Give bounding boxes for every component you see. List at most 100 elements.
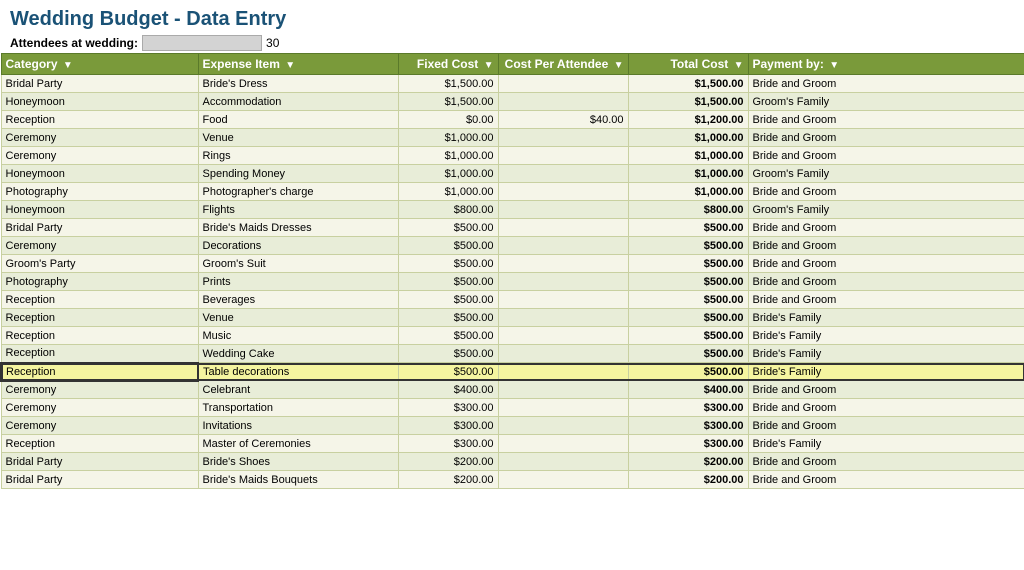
cell-category[interactable]: Reception	[1, 309, 198, 327]
cell-expense[interactable]: Invitations	[198, 417, 398, 435]
cell-expense[interactable]: Venue	[198, 309, 398, 327]
cell-fixed[interactable]: $1,000.00	[398, 129, 498, 147]
cell-expense[interactable]: Photographer's charge	[198, 183, 398, 201]
cell-category[interactable]: Ceremony	[1, 237, 198, 255]
header-fixed[interactable]: Fixed Cost ▼	[398, 54, 498, 75]
cell-payment[interactable]: Bride and Groom	[748, 453, 1024, 471]
attendees-input-cell[interactable]	[142, 35, 262, 51]
cell-payment[interactable]: Bride and Groom	[748, 75, 1024, 93]
cell-total[interactable]: $500.00	[628, 237, 748, 255]
cell-expense[interactable]: Table decorations	[198, 363, 398, 381]
cell-category[interactable]: Reception	[1, 363, 198, 381]
cell-category[interactable]: Honeymoon	[1, 93, 198, 111]
table-row[interactable]: ReceptionFood$0.00$40.00$1,200.00Bride a…	[1, 111, 1024, 129]
cell-total[interactable]: $300.00	[628, 399, 748, 417]
cell-total[interactable]: $1,200.00	[628, 111, 748, 129]
cell-per[interactable]	[498, 147, 628, 165]
table-row[interactable]: ReceptionVenue$500.00$500.00Bride's Fami…	[1, 309, 1024, 327]
cell-expense[interactable]: Music	[198, 327, 398, 345]
cell-expense[interactable]: Spending Money	[198, 165, 398, 183]
cell-per[interactable]: $40.00	[498, 111, 628, 129]
cell-category[interactable]: Ceremony	[1, 147, 198, 165]
cell-category[interactable]: Honeymoon	[1, 165, 198, 183]
cell-expense[interactable]: Rings	[198, 147, 398, 165]
cell-total[interactable]: $500.00	[628, 345, 748, 363]
cell-category[interactable]: Bridal Party	[1, 453, 198, 471]
cell-fixed[interactable]: $500.00	[398, 309, 498, 327]
cell-per[interactable]	[498, 183, 628, 201]
cell-fixed[interactable]: $0.00	[398, 111, 498, 129]
cell-payment[interactable]: Bride and Groom	[748, 471, 1024, 489]
cell-category[interactable]: Reception	[1, 345, 198, 363]
cell-per[interactable]	[498, 165, 628, 183]
cell-category[interactable]: Bridal Party	[1, 471, 198, 489]
cell-fixed[interactable]: $1,000.00	[398, 183, 498, 201]
cell-per[interactable]	[498, 219, 628, 237]
cell-payment[interactable]: Bride's Family	[748, 435, 1024, 453]
cell-fixed[interactable]: $300.00	[398, 435, 498, 453]
cell-expense[interactable]: Prints	[198, 273, 398, 291]
cell-payment[interactable]: Bride and Groom	[748, 381, 1024, 399]
header-category[interactable]: Category ▼	[1, 54, 198, 75]
cell-total[interactable]: $1,000.00	[628, 165, 748, 183]
cell-per[interactable]	[498, 363, 628, 381]
cell-payment[interactable]: Bride and Groom	[748, 183, 1024, 201]
cell-category[interactable]: Photography	[1, 183, 198, 201]
cell-category[interactable]: Ceremony	[1, 399, 198, 417]
cell-total[interactable]: $300.00	[628, 435, 748, 453]
cell-expense[interactable]: Wedding Cake	[198, 345, 398, 363]
cell-total[interactable]: $300.00	[628, 417, 748, 435]
cell-per[interactable]	[498, 75, 628, 93]
cell-fixed[interactable]: $300.00	[398, 417, 498, 435]
cell-per[interactable]	[498, 201, 628, 219]
cell-expense[interactable]: Accommodation	[198, 93, 398, 111]
cell-payment[interactable]: Bride and Groom	[748, 291, 1024, 309]
cell-total[interactable]: $500.00	[628, 309, 748, 327]
cell-total[interactable]: $500.00	[628, 273, 748, 291]
cell-payment[interactable]: Bride and Groom	[748, 129, 1024, 147]
cell-total[interactable]: $500.00	[628, 219, 748, 237]
header-per-attendee[interactable]: Cost Per Attendee ▼	[498, 54, 628, 75]
cell-total[interactable]: $1,500.00	[628, 93, 748, 111]
header-payment[interactable]: Payment by: ▼	[748, 54, 1024, 75]
cell-payment[interactable]: Bride and Groom	[748, 237, 1024, 255]
cell-category[interactable]: Bridal Party	[1, 75, 198, 93]
cell-total[interactable]: $1,500.00	[628, 75, 748, 93]
cell-fixed[interactable]: $500.00	[398, 255, 498, 273]
cell-payment[interactable]: Bride and Groom	[748, 219, 1024, 237]
cell-expense[interactable]: Transportation	[198, 399, 398, 417]
cell-fixed[interactable]: $500.00	[398, 273, 498, 291]
table-row[interactable]: CeremonyRings$1,000.00$1,000.00Bride and…	[1, 147, 1024, 165]
cell-fixed[interactable]: $200.00	[398, 453, 498, 471]
table-row[interactable]: CeremonyTransportation$300.00$300.00Brid…	[1, 399, 1024, 417]
cell-fixed[interactable]: $200.00	[398, 471, 498, 489]
cell-per[interactable]	[498, 255, 628, 273]
cell-total[interactable]: $200.00	[628, 471, 748, 489]
cell-total[interactable]: $800.00	[628, 201, 748, 219]
cell-fixed[interactable]: $500.00	[398, 291, 498, 309]
cell-fixed[interactable]: $500.00	[398, 327, 498, 345]
cell-payment[interactable]: Groom's Family	[748, 165, 1024, 183]
cell-expense[interactable]: Beverages	[198, 291, 398, 309]
cell-total[interactable]: $500.00	[628, 363, 748, 381]
cell-per[interactable]	[498, 435, 628, 453]
cell-expense[interactable]: Flights	[198, 201, 398, 219]
cell-fixed[interactable]: $500.00	[398, 363, 498, 381]
cell-payment[interactable]: Bride's Family	[748, 345, 1024, 363]
cell-fixed[interactable]: $1,000.00	[398, 147, 498, 165]
cell-payment[interactable]: Bride and Groom	[748, 273, 1024, 291]
cell-category[interactable]: Bridal Party	[1, 219, 198, 237]
table-row[interactable]: ReceptionWedding Cake$500.00$500.00Bride…	[1, 345, 1024, 363]
cell-payment[interactable]: Bride's Family	[748, 363, 1024, 381]
cell-total[interactable]: $200.00	[628, 453, 748, 471]
cell-fixed[interactable]: $400.00	[398, 381, 498, 399]
table-row[interactable]: ReceptionTable decorations$500.00$500.00…	[1, 363, 1024, 381]
cell-per[interactable]	[498, 273, 628, 291]
cell-payment[interactable]: Bride and Groom	[748, 111, 1024, 129]
cell-per[interactable]	[498, 291, 628, 309]
cell-category[interactable]: Photography	[1, 273, 198, 291]
cell-payment[interactable]: Groom's Family	[748, 93, 1024, 111]
cell-total[interactable]: $500.00	[628, 291, 748, 309]
header-total[interactable]: Total Cost ▼	[628, 54, 748, 75]
cell-payment[interactable]: Bride's Family	[748, 327, 1024, 345]
